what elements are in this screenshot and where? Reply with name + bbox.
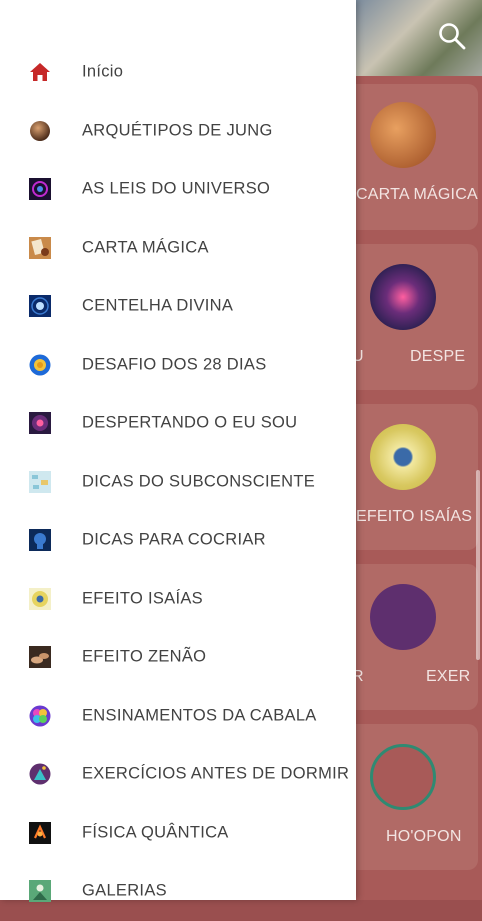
card-image (370, 102, 436, 168)
home-icon (30, 63, 50, 82)
drawer-item-efeito-isaias[interactable]: EFEITO ISAÍAS (0, 570, 356, 629)
card-label: HO'OPON (386, 828, 462, 845)
drawer-item-label: DESAFIO DOS 28 DIAS (82, 355, 267, 374)
sunflower-eye-icon (29, 587, 51, 610)
quantum-icon (29, 821, 51, 844)
drawer-item-label: GALERIAS (82, 881, 167, 900)
scrollbar[interactable] (476, 470, 480, 660)
drawer-item-label: Início (82, 62, 124, 81)
drawer-item-cocriar[interactable]: DICAS PARA COCRIAR (0, 511, 356, 570)
card-hooponopono[interactable]: HO'OPON (356, 724, 478, 870)
card-label: EFEITO ISAÍAS (356, 508, 473, 525)
search-icon[interactable] (436, 20, 468, 52)
spark-icon (29, 295, 51, 318)
card-carta-magica[interactable]: CARTA MÁGICA (356, 84, 478, 230)
drawer-item-galerias[interactable]: GALERIAS (0, 862, 356, 921)
drawer-item-label: CARTA MÁGICA (82, 238, 209, 257)
card-label: EXER (426, 668, 471, 685)
drawer-item-subconsciente[interactable]: DICAS DO SUBCONSCIENTE (0, 453, 356, 512)
drawer-item-leis-universo[interactable]: AS LEIS DO UNIVERSO (0, 160, 356, 219)
drawer-item-fisica-quantica[interactable]: FÍSICA QUÂNTICA (0, 804, 356, 863)
navigation-drawer: Início ARQUÉTIPOS DE JUNG AS LEIS DO UNI… (0, 0, 356, 903)
drawer-item-desafio[interactable]: DESAFIO DOS 28 DIAS (0, 336, 356, 395)
drawer-item-label: CENTELHA DIVINA (82, 296, 234, 315)
card-exercicios[interactable]: R EXER (352, 564, 478, 710)
mind-icon (29, 529, 51, 552)
drawer-item-cabala[interactable]: ENSINAMENTOS DA CABALA (0, 687, 356, 746)
card-despertando[interactable]: U DESPE (352, 244, 478, 390)
drawer-item-exercicios[interactable]: EXERCÍCIOS ANTES DE DORMIR (0, 745, 356, 804)
drawer-item-centelha[interactable]: CENTELHA DIVINA (0, 277, 356, 336)
drawer-item-label: EFEITO ZENÃO (82, 647, 207, 666)
header-image (356, 0, 482, 76)
drawer-item-arquetipos[interactable]: ARQUÉTIPOS DE JUNG (0, 102, 356, 161)
card-label: DESPE (410, 348, 466, 365)
galaxy-icon (29, 178, 51, 201)
drawer-item-label: DICAS PARA COCRIAR (82, 530, 266, 549)
card-image (370, 744, 436, 810)
magic-card-icon (29, 236, 51, 259)
sphere-icon (30, 120, 50, 141)
drawer-item-label: ARQUÉTIPOS DE JUNG (82, 121, 273, 140)
card-image (370, 584, 436, 650)
night-tent-icon (29, 763, 51, 785)
card-image (370, 424, 436, 490)
drawer-item-label: EFEITO ISAÍAS (82, 589, 203, 608)
card-label: CARTA MÁGICA (356, 186, 478, 203)
drawer-menu: Início ARQUÉTIPOS DE JUNG AS LEIS DO UNI… (0, 43, 356, 921)
drawer-item-label: AS LEIS DO UNIVERSO (82, 179, 271, 198)
drawer-item-inicio[interactable]: Início (0, 43, 356, 102)
drawer-item-efeito-zenao[interactable]: EFEITO ZENÃO (0, 628, 356, 687)
map-icon (29, 470, 51, 493)
drawer-item-despertando[interactable]: DESPERTANDO O EU SOU (0, 394, 356, 453)
flower-of-life-icon (29, 705, 51, 727)
gallery-icon (29, 880, 51, 903)
card-image (370, 264, 436, 330)
drawer-item-carta-magica[interactable]: CARTA MÁGICA (0, 219, 356, 278)
hands-icon (29, 646, 51, 669)
drawer-item-label: FÍSICA QUÂNTICA (82, 823, 229, 842)
drawer-item-label: DICAS DO SUBCONSCIENTE (82, 472, 316, 491)
cosmic-eye-icon (29, 412, 51, 435)
drawer-item-label: ENSINAMENTOS DA CABALA (82, 706, 317, 725)
drawer-item-label: EXERCÍCIOS ANTES DE DORMIR (82, 764, 350, 783)
card-efeito-isaias[interactable]: EFEITO ISAÍAS (356, 404, 478, 550)
drawer-item-label: DESPERTANDO O EU SOU (82, 413, 298, 432)
sun-badge-icon (29, 354, 51, 376)
